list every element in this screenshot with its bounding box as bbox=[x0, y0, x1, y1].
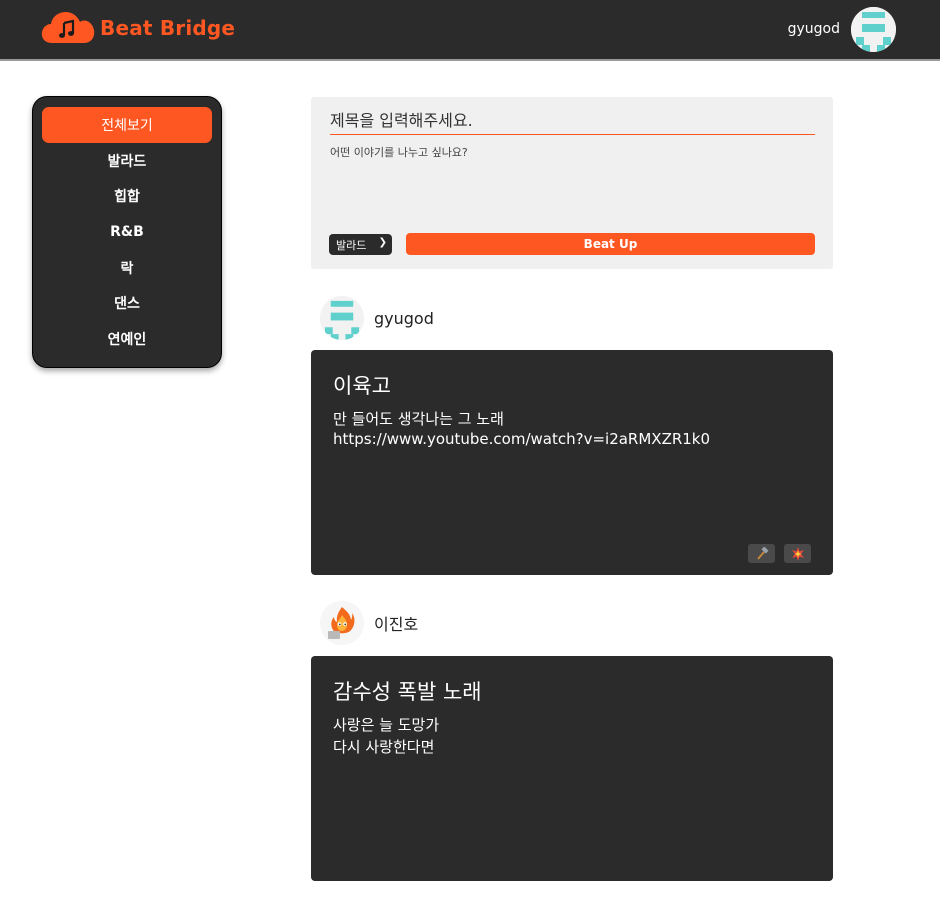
identicon-avatar-icon bbox=[851, 7, 896, 52]
post-title-input[interactable] bbox=[330, 107, 815, 135]
post-composer: 발라드 ❯ Beat Up bbox=[311, 97, 833, 269]
post-title: 감수성 폭발 노래 bbox=[333, 680, 482, 704]
delete-button[interactable] bbox=[784, 544, 811, 563]
author-name: 이진호 bbox=[374, 615, 419, 634]
post-card: 감수성 폭발 노래 사랑은 늘 도망가 다시 사랑한다면 bbox=[311, 656, 833, 881]
post-author: gyugod bbox=[320, 296, 434, 340]
post-body-textarea[interactable] bbox=[330, 144, 815, 224]
sidebar-item-label: 힙합 bbox=[114, 189, 140, 205]
post-body-line: 사랑은 늘 도망가 bbox=[333, 716, 440, 734]
collision-icon bbox=[791, 546, 804, 561]
author-name: gyugod bbox=[374, 308, 434, 328]
sidebar-item-label: 연예인 bbox=[107, 332, 147, 348]
sidebar-item-hiphop[interactable]: 힙합 bbox=[42, 178, 212, 214]
cloud-music-icon bbox=[41, 12, 95, 43]
author-avatar[interactable] bbox=[320, 296, 364, 340]
fire-character-avatar-icon bbox=[320, 601, 364, 645]
sidebar-item-rnb[interactable]: R&B bbox=[42, 214, 212, 250]
beat-up-button[interactable]: Beat Up bbox=[406, 233, 815, 255]
post-body-line: 만 들어도 생각나는 그 노래 bbox=[333, 410, 504, 428]
edit-button[interactable] bbox=[748, 544, 775, 563]
sidebar-item-rock[interactable]: 락 bbox=[42, 250, 212, 286]
top-navbar: Beat Bridge gyugod bbox=[0, 0, 940, 61]
post-body-link[interactable]: https://www.youtube.com/watch?v=i2aRMXZR… bbox=[333, 430, 710, 448]
sidebar-item-label: 댄스 bbox=[114, 296, 140, 312]
post-author: 이진호 bbox=[320, 601, 418, 645]
genre-select[interactable]: 발라드 ❯ bbox=[329, 234, 392, 255]
post-title: 이육고 bbox=[333, 374, 391, 398]
post-actions bbox=[748, 544, 811, 563]
sidebar-item-label: 락 bbox=[120, 261, 134, 277]
sidebar-item-label: R&B bbox=[110, 224, 144, 240]
post-body-line: 다시 사랑한다면 bbox=[333, 738, 435, 756]
user-avatar[interactable] bbox=[851, 7, 896, 52]
hammer-icon bbox=[756, 546, 769, 560]
header-username: gyugod bbox=[787, 21, 840, 37]
sidebar-item-all[interactable]: 전체보기 bbox=[42, 107, 212, 143]
post-card: 이육고 만 들어도 생각나는 그 노래 https://www.youtube.… bbox=[311, 350, 833, 575]
sidebar-item-label: 전체보기 bbox=[101, 118, 153, 134]
brand-logo[interactable]: Beat Bridge bbox=[40, 9, 235, 47]
identicon-avatar-icon bbox=[320, 296, 364, 340]
brand-name: Beat Bridge bbox=[100, 16, 236, 40]
sidebar-item-ballad[interactable]: 발라드 bbox=[42, 143, 212, 179]
author-avatar[interactable] bbox=[320, 601, 364, 645]
chevron-down-icon: ❯ bbox=[378, 237, 387, 248]
genre-select-value: 발라드 bbox=[336, 238, 367, 252]
sidebar-item-celebrity[interactable]: 연예인 bbox=[42, 321, 212, 357]
genre-sidebar: 전체보기 발라드 힙합 R&B 락 댄스 연예인 bbox=[32, 96, 222, 368]
sidebar-item-dance[interactable]: 댄스 bbox=[42, 285, 212, 321]
sidebar-item-label: 발라드 bbox=[107, 154, 147, 170]
